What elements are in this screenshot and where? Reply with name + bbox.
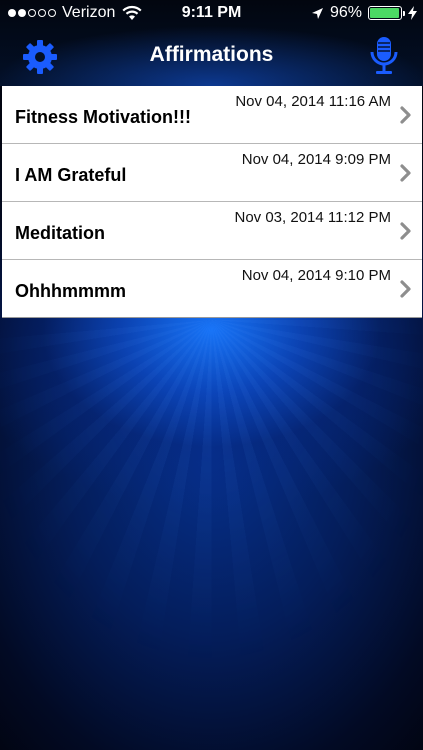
page-title: Affirmations: [149, 43, 274, 66]
microphone-icon[interactable]: [369, 36, 399, 76]
status-right: 96%: [311, 4, 417, 22]
affirmation-date: Nov 04, 2014 9:09 PM: [241, 151, 391, 168]
background-light-rays: [0, 320, 423, 750]
affirmation-title: I AM Grateful: [15, 165, 127, 185]
status-bar: Verizon 9:11 PM 96%: [0, 0, 423, 28]
battery-percent: 96%: [329, 4, 362, 21]
list-item[interactable]: Meditation Nov 03, 2014 11:12 PM: [2, 202, 422, 260]
affirmation-title: Fitness Motivation!!!: [15, 107, 191, 127]
affirmation-list: Fitness Motivation!!! Nov 04, 2014 11:16 …: [2, 86, 422, 318]
chevron-right-icon: [400, 280, 411, 298]
app-screen: Verizon 9:11 PM 96% Affirmations Fitness…: [0, 0, 423, 750]
chevron-right-icon: [400, 164, 411, 182]
location-arrow-icon: [311, 7, 323, 19]
battery-icon: [368, 6, 405, 20]
affirmation-date: Nov 04, 2014 11:16 AM: [235, 93, 391, 110]
affirmation-title: Meditation: [15, 223, 105, 243]
battery-fill: [370, 8, 399, 18]
affirmation-date: Nov 03, 2014 11:12 PM: [234, 209, 392, 226]
list-item[interactable]: Fitness Motivation!!! Nov 04, 2014 11:16 …: [2, 86, 422, 144]
affirmation-title: Ohhhmmmm: [15, 281, 127, 301]
chevron-right-icon: [400, 106, 411, 124]
list-item[interactable]: Ohhhmmmm Nov 04, 2014 9:10 PM: [2, 260, 422, 318]
charging-bolt-icon: [408, 6, 417, 20]
battery-nub: [403, 11, 405, 16]
top-bar: Verizon 9:11 PM 96% Affirmations: [0, 0, 423, 86]
navigation-bar: Affirmations: [0, 28, 423, 86]
list-item[interactable]: I AM Grateful Nov 04, 2014 9:09 PM: [2, 144, 422, 202]
affirmation-date: Nov 04, 2014 9:10 PM: [241, 267, 391, 284]
chevron-right-icon: [400, 222, 411, 240]
